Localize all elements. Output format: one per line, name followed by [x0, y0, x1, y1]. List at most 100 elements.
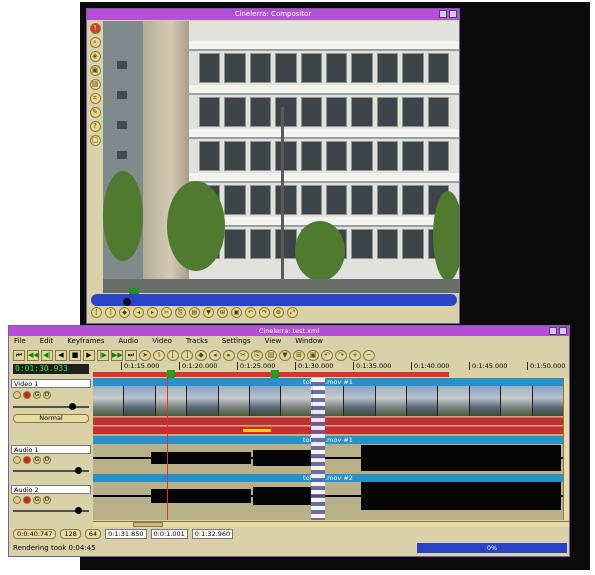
length-select[interactable]: 0:0:40.747 [13, 529, 57, 539]
fade-automation-lane[interactable] [93, 417, 563, 425]
selection-start-field[interactable]: 0:1:31.850 [105, 529, 147, 539]
menu-tracks[interactable]: Tracks [186, 336, 208, 347]
paste-icon[interactable]: ▤ [189, 307, 200, 318]
protect-icon[interactable]: ! [89, 23, 101, 34]
gang-toggle-icon[interactable]: G [33, 496, 41, 504]
menu-edit[interactable]: Edit [40, 336, 54, 347]
crop-icon[interactable]: ⌗ [89, 93, 101, 104]
arrow-tool-icon[interactable]: ➤ [139, 349, 151, 361]
zoom-in-icon[interactable]: + [349, 349, 361, 361]
compositor-titlebar[interactable]: Cinelerra: Compositor [87, 9, 459, 20]
clip-icon[interactable]: ▣ [307, 349, 319, 361]
draw-toggle-icon[interactable]: D [43, 456, 51, 464]
amp-zoom-select[interactable]: 64 [84, 529, 102, 539]
play-toggle-icon[interactable] [13, 496, 21, 504]
play-toggle-icon[interactable] [13, 391, 21, 399]
ibeam-tool-icon[interactable]: I [153, 349, 165, 361]
record-toggle-icon[interactable] [23, 496, 31, 504]
draw-toggle-icon[interactable]: D [43, 391, 51, 399]
rewind-icon[interactable]: ⏮ [13, 349, 25, 361]
frame-back-icon[interactable]: ◀| [41, 349, 53, 361]
video-thumbnails[interactable] [93, 386, 563, 416]
minimize-icon[interactable] [549, 327, 557, 335]
safe-region-icon[interactable]: ▢ [89, 135, 101, 146]
fast-forward-icon[interactable]: ▶▶ [111, 349, 123, 361]
record-toggle-icon[interactable] [23, 456, 31, 464]
zoom-icon[interactable]: ⌕ [89, 37, 101, 48]
splice-icon[interactable]: ⊞ [293, 349, 305, 361]
fade-slider-audio1[interactable] [13, 467, 89, 474]
track-name-audio1[interactable]: Audio 1 [11, 445, 91, 454]
in-point-marker[interactable] [129, 288, 139, 294]
in-point-marker[interactable] [167, 370, 175, 378]
compositor-position-bar[interactable] [91, 294, 457, 306]
maximize-icon[interactable] [559, 327, 567, 335]
fade-slider-video1[interactable] [13, 403, 89, 410]
clip-title-video1[interactable]: tokyo3.mov #1 [93, 378, 563, 386]
frame-forward-icon[interactable]: |▶ [97, 349, 109, 361]
end-icon[interactable]: ⏭ [125, 349, 137, 361]
menu-file[interactable]: File [14, 336, 26, 347]
next-label-icon[interactable]: ▸ [223, 349, 235, 361]
maximize-icon[interactable] [449, 10, 457, 18]
minimize-icon[interactable] [439, 10, 447, 18]
in-point-icon[interactable]: [ [167, 349, 179, 361]
clip-title-audio2[interactable]: tokyo3.mov #2 [93, 474, 563, 482]
out-point-icon[interactable]: ] [105, 307, 116, 318]
mask-icon[interactable]: ◈ [89, 51, 101, 62]
fade-slider-knob[interactable] [75, 507, 82, 514]
paste-icon[interactable]: ▤ [265, 349, 277, 361]
menu-settings[interactable]: Settings [222, 336, 251, 347]
timeline-canvas[interactable]: tokyo3.mov #1 tokyo3.mov #1 tokyo3.mov #… [93, 378, 563, 520]
gang-toggle-icon[interactable]: G [33, 391, 41, 399]
undo-icon[interactable]: ↶ [245, 307, 256, 318]
undo-icon[interactable]: ↶ [321, 349, 333, 361]
in-point-icon[interactable]: [ [91, 307, 102, 318]
copy-icon[interactable]: ⎘ [251, 349, 263, 361]
projector-icon[interactable]: ▤ [89, 79, 101, 90]
record-toggle-icon[interactable] [23, 391, 31, 399]
automation-keyframes[interactable] [243, 429, 271, 432]
compositor-video-frame[interactable] [103, 21, 459, 293]
vertical-scrollbar[interactable] [563, 378, 569, 520]
fade-slider-knob[interactable] [69, 403, 76, 410]
redo-icon[interactable]: ↷ [335, 349, 347, 361]
label-icon[interactable]: ◆ [195, 349, 207, 361]
play-toggle-icon[interactable] [13, 456, 21, 464]
fit-icon[interactable]: ⤢ [287, 307, 298, 318]
horizontal-scrollbar[interactable] [93, 521, 569, 527]
gang-toggle-icon[interactable]: G [33, 456, 41, 464]
fade-slider-audio2[interactable] [13, 507, 89, 514]
track-name-audio2[interactable]: Audio 2 [11, 485, 91, 494]
copy-icon[interactable]: ⎘ [175, 307, 186, 318]
label-icon[interactable]: ◆ [119, 307, 130, 318]
zoom-out-icon[interactable]: − [363, 349, 375, 361]
redo-icon[interactable]: ↷ [259, 307, 270, 318]
prev-label-icon[interactable]: ◂ [133, 307, 144, 318]
fade-slider-knob[interactable] [75, 467, 82, 474]
tool-icon[interactable]: ⚙ [273, 307, 284, 318]
play-icon[interactable]: ▶ [83, 349, 95, 361]
compositor-timeline[interactable] [87, 288, 459, 306]
track-name-video1[interactable]: Video 1 [11, 379, 91, 388]
transition-marker[interactable] [311, 378, 325, 520]
compositor-position-knob[interactable] [123, 298, 131, 306]
menu-video[interactable]: Video [152, 336, 172, 347]
mode-automation-lane[interactable] [93, 426, 563, 434]
eyedropper-icon[interactable]: ✎ [89, 107, 101, 118]
prev-label-icon[interactable]: ◂ [209, 349, 221, 361]
sample-zoom-select[interactable]: 128 [60, 529, 81, 539]
clip-icon[interactable]: ▣ [231, 307, 242, 318]
stop-icon[interactable]: ■ [69, 349, 81, 361]
label-marker[interactable] [271, 370, 279, 378]
menu-keyframes[interactable]: Keyframes [67, 336, 104, 347]
menu-window[interactable]: Window [295, 336, 323, 347]
cut-icon[interactable]: ✂ [237, 349, 249, 361]
scrollbar-thumb[interactable] [133, 522, 163, 527]
cut-icon[interactable]: ✂ [161, 307, 172, 318]
fast-reverse-icon[interactable]: ◀◀ [27, 349, 39, 361]
out-point-icon[interactable]: ] [181, 349, 193, 361]
waveform-audio1[interactable] [93, 444, 563, 472]
draw-toggle-icon[interactable]: D [43, 496, 51, 504]
next-label-icon[interactable]: ▸ [147, 307, 158, 318]
